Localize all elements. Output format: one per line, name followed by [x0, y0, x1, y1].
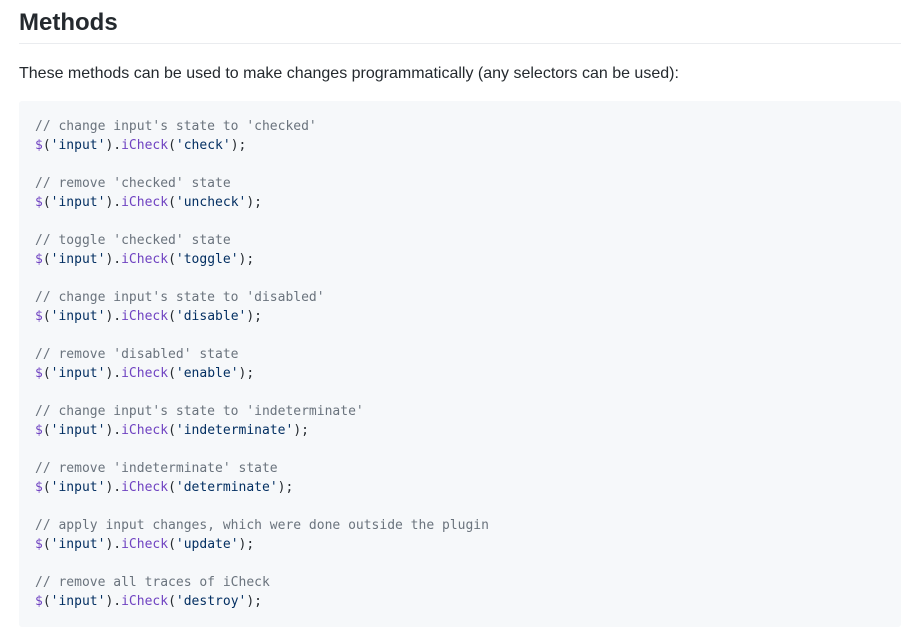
code-comment: // toggle 'checked' state — [35, 233, 231, 248]
code-statement: $('input').iCheck('toggle'); — [35, 252, 255, 267]
code-group-disable: // change input's state to 'disabled' $(… — [35, 288, 885, 326]
code-selector: 'input' — [50, 366, 106, 381]
code-statement: $('input').iCheck('disable'); — [35, 309, 263, 324]
code-argument: 'determinate' — [175, 480, 278, 495]
intro-paragraph: These methods can be used to make change… — [19, 65, 679, 82]
code-statement: $('input').iCheck('uncheck'); — [35, 195, 263, 210]
code-comment: // apply input changes, which were done … — [35, 518, 489, 533]
code-comment: // change input's state to 'checked' — [35, 119, 317, 134]
jquery-dollar: $ — [35, 309, 43, 324]
code-argument: 'enable' — [175, 366, 239, 381]
code-selector: 'input' — [50, 537, 106, 552]
jquery-dollar: $ — [35, 423, 43, 438]
code-selector: 'input' — [50, 138, 106, 153]
code-group-toggle: // toggle 'checked' state $('input').iCh… — [35, 231, 885, 269]
code-argument: 'update' — [175, 537, 239, 552]
code-argument: 'check' — [175, 138, 231, 153]
jquery-dollar: $ — [35, 138, 43, 153]
code-statement: $('input').iCheck('destroy'); — [35, 594, 263, 609]
code-method: iCheck — [121, 309, 169, 324]
code-comment: // remove 'checked' state — [35, 176, 231, 191]
code-group-destroy: // remove all traces of iCheck $('input'… — [35, 573, 885, 611]
code-argument: 'destroy' — [175, 594, 247, 609]
code-comment: // change input's state to 'disabled' — [35, 290, 325, 305]
code-argument: 'disable' — [175, 309, 247, 324]
jquery-dollar: $ — [35, 537, 43, 552]
code-selector: 'input' — [50, 252, 106, 267]
code-selector: 'input' — [50, 594, 106, 609]
jquery-dollar: $ — [35, 252, 43, 267]
code-group-uncheck: // remove 'checked' state $('input').iCh… — [35, 174, 885, 212]
code-statement: $('input').iCheck('update'); — [35, 537, 255, 552]
code-statement: $('input').iCheck('indeterminate'); — [35, 423, 309, 438]
code-argument: 'uncheck' — [175, 195, 247, 210]
code-group-update: // apply input changes, which were done … — [35, 516, 885, 554]
code-method: iCheck — [121, 195, 169, 210]
code-comment: // remove 'disabled' state — [35, 347, 239, 362]
code-group-enable: // remove 'disabled' state $('input').iC… — [35, 345, 885, 383]
jquery-dollar: $ — [35, 366, 43, 381]
code-group-indeterminate: // change input's state to 'indeterminat… — [35, 402, 885, 440]
code-method: iCheck — [121, 480, 169, 495]
code-comment: // remove 'indeterminate' state — [35, 461, 278, 476]
code-selector: 'input' — [50, 195, 106, 210]
code-selector: 'input' — [50, 480, 106, 495]
code-block[interactable]: // change input's state to 'checked' $('… — [19, 101, 901, 627]
code-selector: 'input' — [50, 423, 106, 438]
code-group-determinate: // remove 'indeterminate' state $('input… — [35, 459, 885, 497]
code-method: iCheck — [121, 537, 169, 552]
code-method: iCheck — [121, 594, 169, 609]
code-selector: 'input' — [50, 309, 106, 324]
code-group-check: // change input's state to 'checked' $('… — [35, 117, 885, 155]
code-statement: $('input').iCheck('check'); — [35, 138, 247, 153]
code-comment: // remove all traces of iCheck — [35, 575, 270, 590]
code-method: iCheck — [121, 252, 169, 267]
code-statement: $('input').iCheck('determinate'); — [35, 480, 294, 495]
section-heading: Methods — [19, 8, 901, 44]
code-statement: $('input').iCheck('enable'); — [35, 366, 255, 381]
code-argument: 'toggle' — [175, 252, 239, 267]
code-comment: // change input's state to 'indeterminat… — [35, 404, 364, 419]
code-argument: 'indeterminate' — [175, 423, 294, 438]
page-title: Methods — [19, 9, 118, 36]
code-method: iCheck — [121, 423, 169, 438]
code-method: iCheck — [121, 366, 169, 381]
jquery-dollar: $ — [35, 594, 43, 609]
code-method: iCheck — [121, 138, 169, 153]
jquery-dollar: $ — [35, 480, 43, 495]
jquery-dollar: $ — [35, 195, 43, 210]
